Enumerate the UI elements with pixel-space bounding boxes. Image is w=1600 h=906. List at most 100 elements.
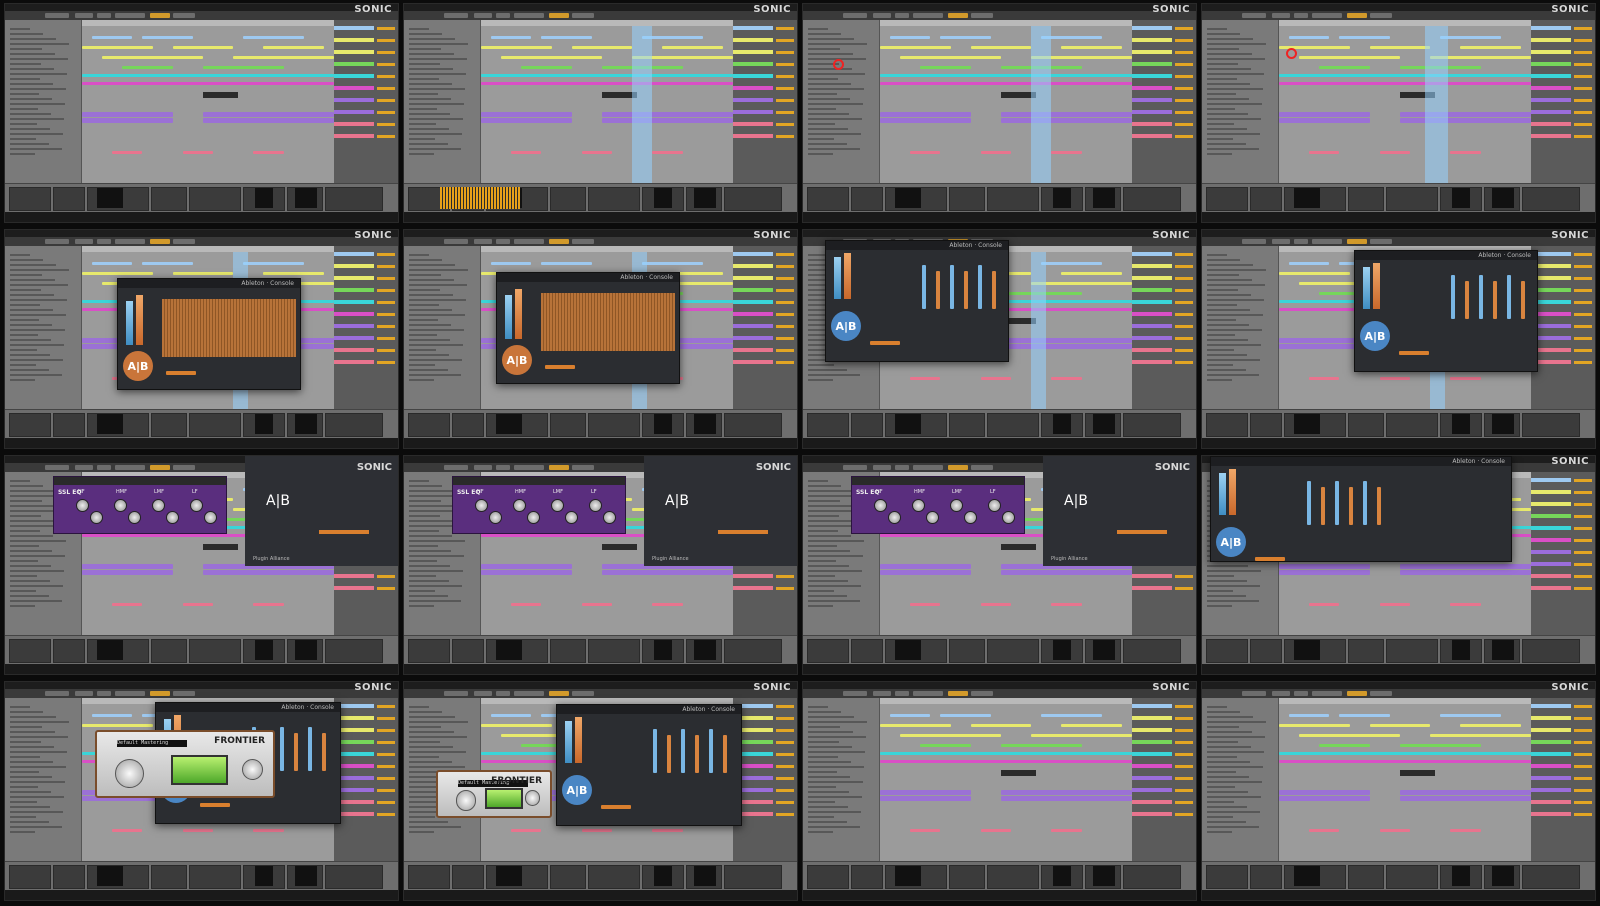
browser-item[interactable]	[409, 540, 465, 542]
track-volume[interactable]	[1574, 123, 1592, 126]
browser-item[interactable]	[808, 741, 839, 743]
browser-item[interactable]	[1207, 254, 1227, 256]
browser-item[interactable]	[10, 490, 56, 492]
device-panel[interactable]	[1386, 865, 1438, 889]
browser-item[interactable]	[808, 108, 836, 110]
transport-control[interactable]	[895, 691, 909, 696]
clip[interactable]	[481, 111, 572, 117]
transport-control[interactable]	[514, 239, 544, 244]
track-volume[interactable]	[776, 289, 794, 292]
browser-item[interactable]	[1207, 796, 1261, 798]
browser-item[interactable]	[10, 570, 64, 572]
transport-control[interactable]	[873, 465, 891, 470]
browser-item[interactable]	[1207, 63, 1238, 65]
browser-item[interactable]	[808, 48, 840, 50]
daw-screenshot-f15[interactable]: SONIC	[802, 681, 1197, 901]
track-header[interactable]	[1132, 788, 1172, 792]
plugin-button[interactable]	[1399, 351, 1429, 355]
browser-item[interactable]	[808, 530, 838, 532]
time-selection[interactable]	[1425, 26, 1448, 184]
track-volume[interactable]	[377, 123, 395, 126]
track-header[interactable]	[1132, 62, 1172, 66]
daw-screenshot-f7[interactable]: SONIC Ableton · Console A|B	[802, 229, 1197, 449]
browser-item[interactable]	[409, 83, 452, 85]
ab-toggle-button[interactable]: A|B	[257, 480, 299, 522]
browser-item[interactable]	[1207, 716, 1253, 718]
browser-item[interactable]	[10, 284, 68, 286]
browser-item[interactable]	[808, 93, 837, 95]
device-panel[interactable]	[53, 639, 85, 663]
clip[interactable]	[1279, 760, 1531, 764]
browser-item[interactable]	[10, 530, 40, 532]
browser-item[interactable]	[10, 721, 69, 723]
plugin-button[interactable]	[870, 341, 900, 345]
track-volume[interactable]	[377, 705, 395, 708]
transport-control[interactable]	[474, 691, 492, 696]
clip[interactable]	[1279, 789, 1370, 795]
device-panel[interactable]	[325, 639, 383, 663]
clip[interactable]	[253, 603, 284, 607]
track-volume[interactable]	[1574, 765, 1592, 768]
transport-control[interactable]	[75, 239, 93, 244]
clip[interactable]	[581, 151, 613, 155]
clip[interactable]	[1299, 734, 1400, 738]
track-volume[interactable]	[1574, 289, 1592, 292]
clip[interactable]	[82, 563, 173, 569]
browser-item[interactable]	[10, 706, 30, 708]
transport-control[interactable]	[913, 465, 943, 470]
clip[interactable]	[1279, 752, 1531, 756]
track-volume[interactable]	[1175, 349, 1193, 352]
device-panel[interactable]	[1250, 187, 1282, 211]
track-volume[interactable]	[377, 765, 395, 768]
device-panel[interactable]	[949, 865, 985, 889]
timeline-ruler[interactable]	[481, 20, 733, 26]
transport-control[interactable]	[115, 691, 145, 696]
browser-item[interactable]	[1207, 279, 1252, 281]
clip[interactable]	[880, 74, 1132, 78]
browser-item[interactable]	[10, 761, 53, 763]
browser-item[interactable]	[808, 806, 848, 808]
clip[interactable]	[491, 714, 532, 718]
clip[interactable]	[481, 118, 572, 124]
clip[interactable]	[1031, 734, 1132, 738]
browser-item[interactable]	[1207, 264, 1253, 266]
clip[interactable]	[112, 829, 143, 833]
browser-item[interactable]	[808, 515, 839, 517]
browser-item[interactable]	[1207, 756, 1237, 758]
clip[interactable]	[880, 570, 971, 576]
track-volume[interactable]	[1574, 313, 1592, 316]
browser-item[interactable]	[808, 505, 853, 507]
browser-item[interactable]	[409, 88, 465, 90]
browser-item[interactable]	[808, 711, 841, 713]
clip[interactable]	[1041, 714, 1102, 718]
browser-item[interactable]	[409, 485, 442, 487]
track-volume[interactable]	[776, 325, 794, 328]
clip[interactable]	[243, 262, 304, 266]
browser-item[interactable]	[10, 816, 36, 818]
browser-item[interactable]	[808, 761, 851, 763]
track-volume[interactable]	[1175, 27, 1193, 30]
browser-item[interactable]	[409, 324, 451, 326]
browser-item[interactable]	[1207, 138, 1233, 140]
abx-plugin-window[interactable]: Ableton · Console A|B	[1210, 456, 1512, 562]
clip[interactable]	[1430, 734, 1531, 738]
browser-item[interactable]	[808, 756, 838, 758]
device-panel[interactable]	[987, 187, 1039, 211]
browser-item[interactable]	[409, 595, 448, 597]
browser-item[interactable]	[1207, 68, 1251, 70]
browser-item[interactable]	[1207, 605, 1232, 607]
ssl-eq-plugin[interactable]: SSL EQ HF HMF LMF LF	[851, 476, 1025, 534]
device-panel[interactable]	[807, 187, 849, 211]
clip[interactable]	[202, 111, 334, 117]
browser-item[interactable]	[808, 751, 865, 753]
clip[interactable]	[1051, 377, 1082, 381]
track-volume[interactable]	[776, 801, 794, 804]
browser-item[interactable]	[1207, 565, 1248, 567]
track-header[interactable]	[334, 360, 374, 364]
transport-control[interactable]	[444, 465, 468, 470]
clip[interactable]	[1000, 570, 1132, 576]
track-header[interactable]	[733, 122, 773, 126]
track-header[interactable]	[334, 134, 374, 138]
browser-item[interactable]	[10, 143, 49, 145]
device-panel[interactable]	[851, 413, 883, 437]
